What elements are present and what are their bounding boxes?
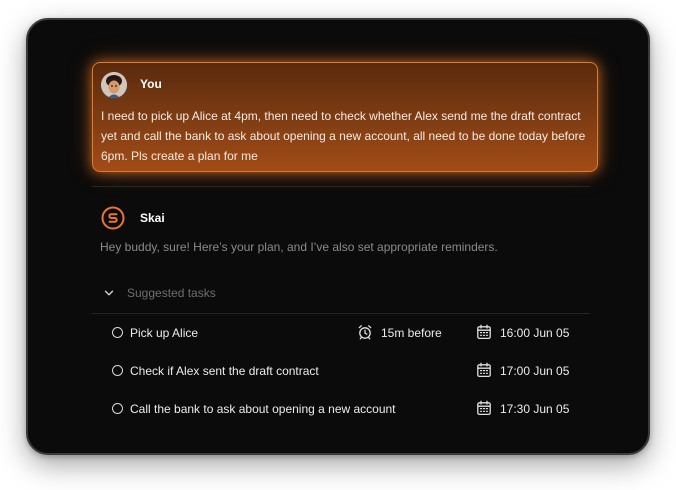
user-avatar — [101, 72, 127, 98]
task-label: Call the bank to ask about opening a new… — [130, 402, 396, 416]
calendar-icon — [477, 362, 491, 378]
task-label: Pick up Alice — [130, 326, 199, 340]
due-date-text[interactable]: 16:00 Jun 05 — [500, 326, 569, 340]
chevron-down-icon — [104, 290, 114, 296]
assistant-message-text: Hey buddy, sure! Here’s your plan, and I… — [100, 240, 498, 254]
user-message-text: I need to pick up Alice at 4pm, then nee… — [101, 109, 586, 163]
due-date-text[interactable]: 17:00 Jun 05 — [500, 364, 569, 378]
calendar-icon — [477, 400, 491, 416]
circle-checkbox-icon[interactable] — [112, 365, 123, 376]
task-row[interactable]: Call the bank to ask about opening a new… — [112, 400, 582, 418]
calendar-icon — [477, 324, 491, 340]
user-message-card: You I need to pick up Alice at 4pm, then… — [92, 62, 598, 172]
task-row[interactable]: Pick up Alice 15m before 16:00 Jun 05 — [112, 324, 582, 342]
circle-checkbox-icon[interactable] — [112, 327, 123, 338]
circle-checkbox-icon[interactable] — [112, 403, 123, 414]
alarm-clock-icon — [358, 325, 372, 340]
reminder-text[interactable]: 15m before — [381, 326, 442, 340]
due-date-text[interactable]: 17:30 Jun 05 — [500, 402, 569, 416]
suggested-tasks-toggle[interactable]: Suggested tasks — [104, 286, 216, 300]
user-name: You — [140, 77, 162, 91]
divider — [92, 186, 590, 187]
task-row[interactable]: Check if Alex sent the draft contract 17… — [112, 362, 582, 380]
assistant-name: Skai — [140, 211, 165, 225]
skai-logo-icon — [101, 206, 125, 230]
divider — [92, 313, 590, 314]
app-window: You I need to pick up Alice at 4pm, then… — [26, 18, 650, 455]
task-label: Check if Alex sent the draft contract — [130, 364, 319, 378]
suggested-tasks-label: Suggested tasks — [127, 286, 216, 300]
